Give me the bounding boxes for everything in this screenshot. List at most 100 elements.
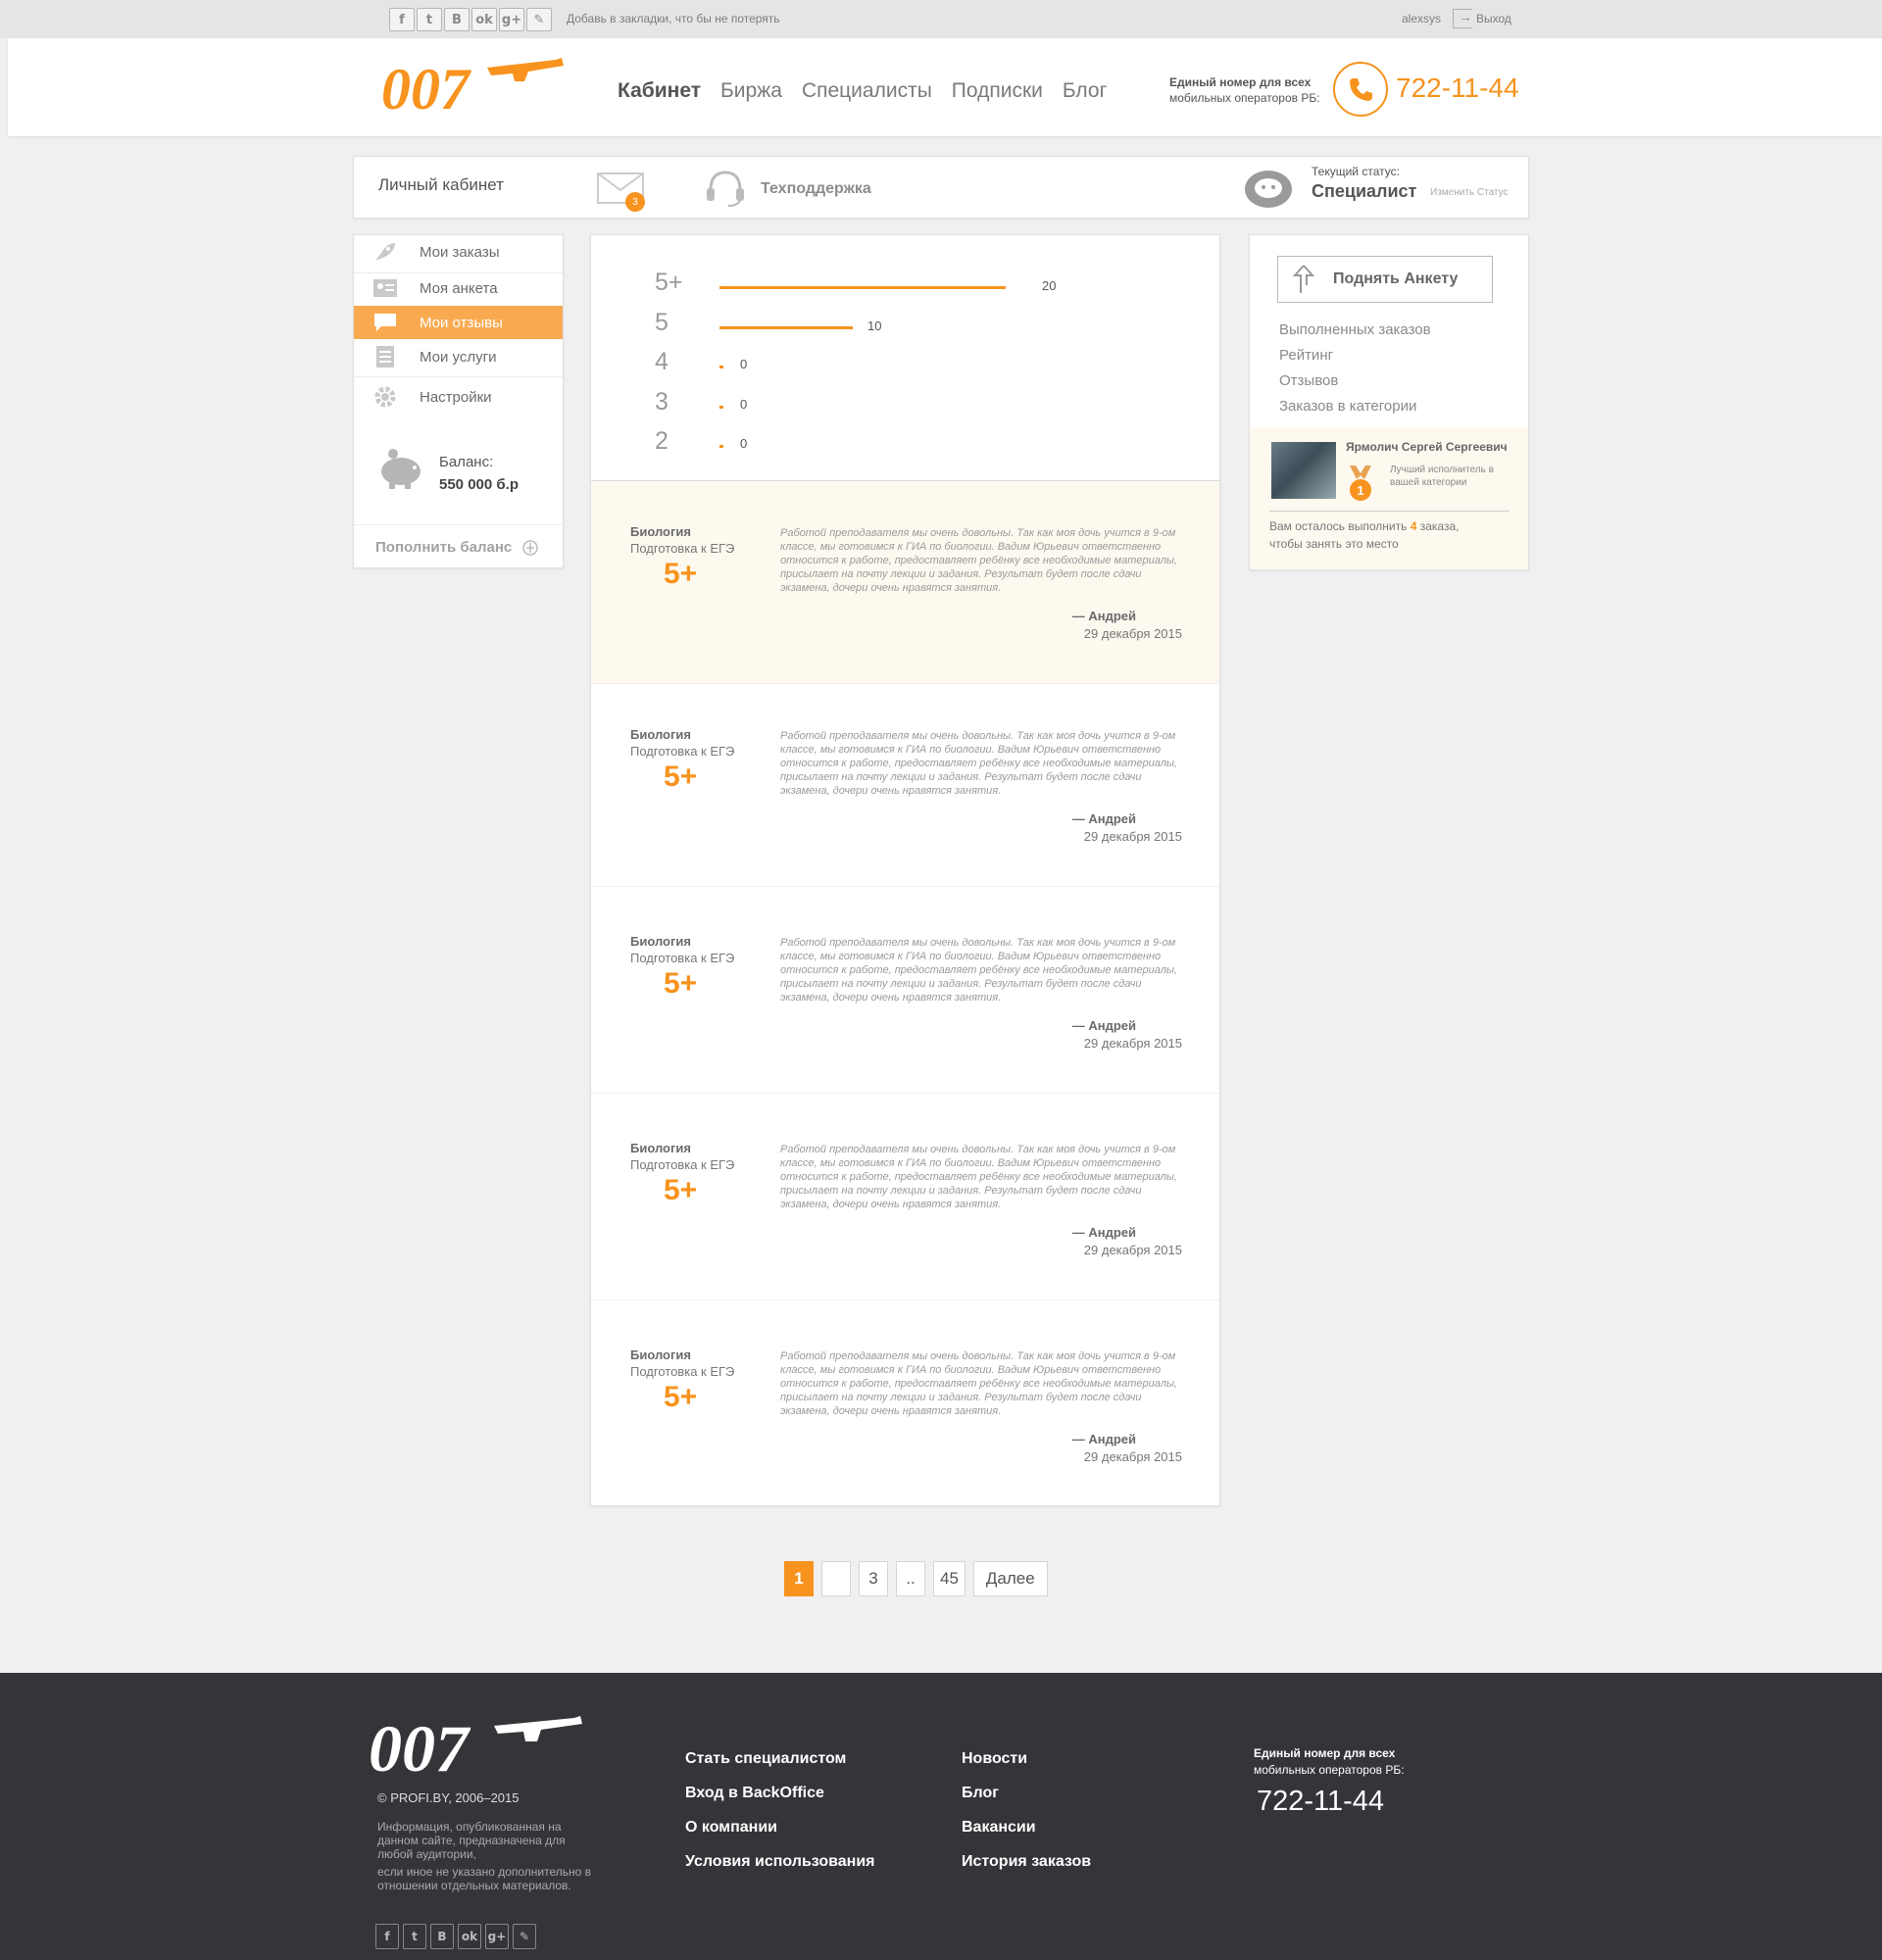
disclaimer-line2: если иное не указано дополнительно в отн…: [377, 1865, 592, 1892]
nav-blog[interactable]: Блог: [1063, 79, 1107, 103]
arrow-up-icon: [1292, 265, 1315, 293]
stat-completed-orders: Выполненных заказов: [1279, 321, 1431, 338]
change-status-link[interactable]: Изменить Статус: [1430, 187, 1509, 198]
footer-link[interactable]: Новости: [962, 1741, 1091, 1776]
balance-value: 550 000 б.р: [439, 476, 519, 493]
headset-icon[interactable]: [705, 169, 746, 208]
logout-link[interactable]: Выход: [1453, 9, 1511, 28]
footer-links-col1: Стать специалистом Вход в BackOffice О к…: [685, 1741, 874, 1879]
footer-link[interactable]: Вход в BackOffice: [685, 1776, 874, 1810]
sidebar-item-orders[interactable]: Мои заказы: [354, 235, 563, 269]
review-date: 29 декабря 2015: [1083, 829, 1182, 844]
footer-link[interactable]: О компании: [685, 1810, 874, 1844]
support-link[interactable]: Техподдержка: [761, 180, 871, 198]
rating-label: 2: [655, 427, 669, 455]
footer-link[interactable]: Условия использования: [685, 1844, 874, 1879]
rating-bar: [719, 326, 853, 329]
sidebar-item-profile[interactable]: Моя анкета: [354, 271, 563, 305]
sidebar-item-label: Моя анкета: [420, 279, 498, 297]
review-date: 29 декабря 2015: [1083, 1449, 1182, 1464]
review-subtitle: Подготовка к ЕГЭ: [630, 541, 735, 556]
footer-link[interactable]: Блог: [962, 1776, 1091, 1810]
logout-icon: [1453, 9, 1472, 28]
livejournal-icon[interactable]: ✎: [526, 8, 552, 31]
username-link[interactable]: alexsys: [1402, 12, 1441, 25]
stat-category-orders: Заказов в категории: [1279, 398, 1417, 415]
next-page-button[interactable]: Далее: [972, 1561, 1048, 1596]
google-plus-icon[interactable]: g+: [485, 1924, 509, 1949]
sidebar-item-reviews[interactable]: Мои отзывы: [354, 306, 563, 339]
footer-logo[interactable]: 007: [369, 1710, 589, 1775]
footer-phone[interactable]: 722-11-44: [1257, 1786, 1384, 1818]
remaining-before: Вам осталось выполнить: [1269, 519, 1408, 533]
remaining-orders-note: Вам осталось выполнить 4 заказа, чтобы з…: [1269, 517, 1514, 553]
review-item: Биология Подготовка к ЕГЭ 5+ Работой пре…: [591, 891, 1219, 1094]
odnoklassniki-icon[interactable]: ok: [471, 8, 497, 31]
avatar[interactable]: [1271, 442, 1336, 499]
header-phone[interactable]: 722-11-44: [1396, 73, 1519, 104]
twitter-icon[interactable]: t: [403, 1924, 426, 1949]
review-date: 29 декабря 2015: [1083, 1036, 1182, 1051]
rating-count: 20: [1042, 278, 1057, 293]
page-button[interactable]: 3: [859, 1561, 888, 1596]
topup-balance-link[interactable]: Пополнить баланс: [375, 539, 539, 557]
nav-subscriptions[interactable]: Подписки: [952, 79, 1043, 103]
footer-link[interactable]: История заказов: [962, 1844, 1091, 1879]
top-bar: f t B ok g+ ✎ Добавь в закладки, что бы …: [0, 0, 1882, 38]
site-footer: 007 © PROFI.BY, 2006–2015 Информация, оп…: [0, 1673, 1882, 1960]
rating-count: 0: [740, 357, 748, 371]
page-button[interactable]: 45: [933, 1561, 966, 1596]
facebook-icon[interactable]: f: [389, 8, 415, 31]
phone-label: Единый номер для всех мобильных оператор…: [1169, 74, 1336, 106]
best-performer-name[interactable]: Ярмолич Сергей Сергеевич: [1346, 440, 1508, 454]
raise-profile-button[interactable]: Поднять Анкету: [1277, 256, 1493, 303]
rating-count: 10: [867, 318, 882, 333]
gear-icon: [373, 386, 397, 408]
logo-007[interactable]: 007: [381, 54, 568, 117]
sidebar: Мои заказы Моя анкета Мои отзывы Мои усл…: [353, 234, 564, 568]
livejournal-icon[interactable]: ✎: [513, 1924, 536, 1949]
footer-link[interactable]: Вакансии: [962, 1810, 1091, 1844]
review-date: 29 декабря 2015: [1083, 626, 1182, 641]
review-text: Работой преподавателя мы очень довольны.…: [780, 730, 1178, 797]
review-subject: Биология: [630, 1348, 691, 1362]
page-button-current[interactable]: 1: [784, 1561, 814, 1596]
best-performer: Ярмолич Сергей Сергеевич 1 Лучший исполн…: [1250, 427, 1528, 569]
footer-phone-label-line2: мобильных операторов РБ:: [1254, 1763, 1405, 1777]
review-text: Работой преподавателя мы очень довольны.…: [780, 937, 1178, 1004]
rocket-icon: [373, 242, 397, 262]
review-subtitle: Подготовка к ЕГЭ: [630, 744, 735, 759]
sidebar-item-services[interactable]: Мои услуги: [354, 340, 563, 373]
balance-caption: Баланс:: [439, 454, 494, 470]
page-button[interactable]: [821, 1561, 851, 1596]
list-icon: [373, 346, 397, 368]
vk-icon[interactable]: B: [430, 1924, 454, 1949]
nav-cabinet[interactable]: Кабинет: [618, 79, 701, 103]
disclaimer-line1: Информация, опубликованная на данном сай…: [377, 1820, 566, 1861]
review-subtitle: Подготовка к ЕГЭ: [630, 1364, 735, 1379]
footer-link[interactable]: Стать специалистом: [685, 1741, 874, 1776]
vk-icon[interactable]: B: [444, 8, 470, 31]
review-grade: 5+: [664, 558, 698, 590]
rating-label: 5: [655, 309, 669, 336]
review-subject: Биология: [630, 727, 691, 742]
social-links: f t B ok g+ ✎: [389, 8, 552, 31]
facebook-icon[interactable]: f: [375, 1924, 399, 1949]
nav-birzha[interactable]: Биржа: [720, 79, 782, 103]
odnoklassniki-icon[interactable]: ok: [458, 1924, 481, 1949]
review-subtitle: Подготовка к ЕГЭ: [630, 951, 735, 965]
page-ellipsis[interactable]: ..: [896, 1561, 925, 1596]
medal-icon: 1: [1350, 466, 1371, 501]
review-item: Биология Подготовка к ЕГЭ 5+ Работой пре…: [591, 1304, 1219, 1507]
stat-reviews: Отзывов: [1279, 372, 1339, 389]
pagination: 1 3 .. 45 Далее: [784, 1561, 1048, 1596]
google-plus-icon[interactable]: g+: [499, 8, 524, 31]
twitter-icon[interactable]: t: [417, 8, 442, 31]
bookmark-hint: Добавь в закладки, что бы не потерять: [567, 12, 780, 25]
profile-stats: Выполненных заказов Рейтинг Отзывов Зака…: [1279, 318, 1431, 419]
review-author: — Андрей: [1071, 609, 1136, 623]
phone-label-line2: мобильных операторов РБ:: [1169, 91, 1320, 105]
rating-bar: [719, 286, 1006, 289]
sidebar-item-settings[interactable]: Настройки: [354, 380, 563, 414]
nav-specialists[interactable]: Специалисты: [802, 79, 932, 103]
